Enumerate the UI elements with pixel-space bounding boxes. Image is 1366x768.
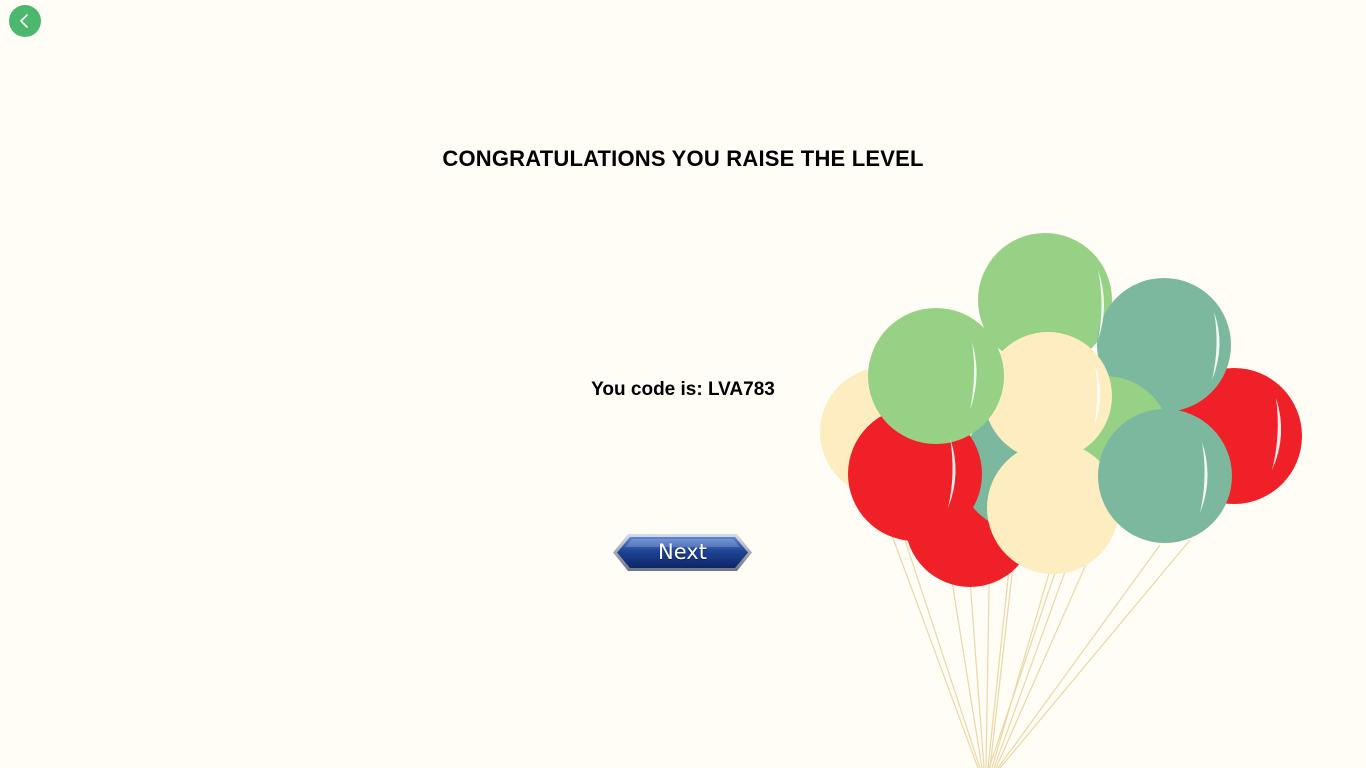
back-button[interactable]: [9, 5, 41, 37]
next-button-label: Next: [658, 540, 707, 564]
chevron-left-icon: [20, 14, 28, 28]
page-title: CONGRATULATIONS YOU RAISE THE LEVEL: [442, 146, 924, 171]
balloons-illustration: [820, 233, 1302, 768]
next-button[interactable]: Next: [612, 533, 753, 572]
level-complete-screen: CONGRATULATIONS YOU RAISE THE LEVEL You …: [0, 0, 1366, 768]
